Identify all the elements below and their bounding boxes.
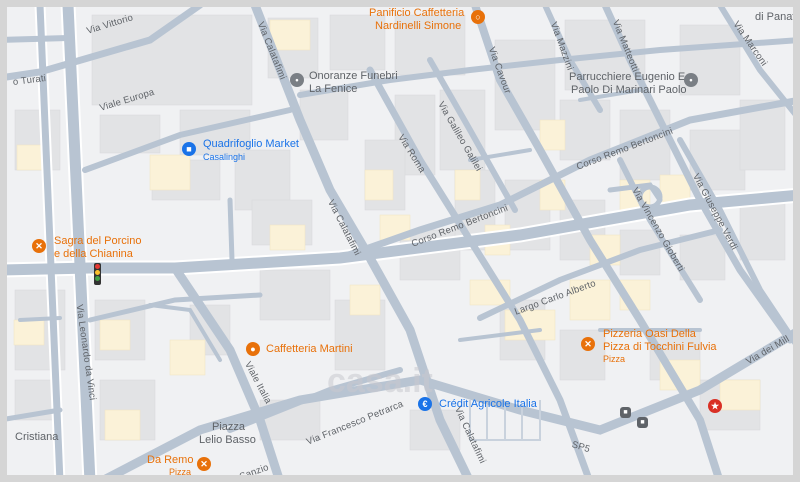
poi-pizzeria-name: Pizzeria Oasi Della: [603, 328, 696, 340]
google-logo: Google: [381, 473, 430, 482]
place-label-lelio-basso: Lelio Basso: [199, 434, 256, 446]
bread-icon: ○: [471, 10, 485, 24]
poi-quadrifoglio-name: Quadrifoglio Market: [203, 138, 299, 150]
poi-pizzeria-sub: Pizza: [603, 354, 626, 364]
pin-icon: •: [290, 73, 304, 87]
bus-stop-icon[interactable]: ■: [637, 417, 648, 428]
poi-parrucchiere-name: Parrucchiere Eugenio E: [569, 71, 686, 83]
poi-quadrifoglio-sub: Casalinghi: [203, 152, 246, 162]
watermark: casa.it: [327, 362, 433, 400]
place-label-piazza: Piazza: [212, 421, 246, 433]
traffic-light-icon: [94, 263, 101, 285]
restaurant-icon: ✕: [581, 337, 595, 351]
poi-sagra-name2: e della Chianina: [54, 248, 133, 260]
poi-da-remo-sub: Pizza: [169, 467, 192, 477]
bank-icon: €: [418, 397, 432, 411]
bus-stop-icon[interactable]: ■: [620, 407, 631, 418]
poi-sagra-name: Sagra del Porcino: [54, 235, 142, 247]
poi-parrucchiere-name2: Paolo Di Marinari Paolo: [571, 84, 687, 96]
map-frame: casa.it Via Vittorio o Turati Viale Euro…: [0, 0, 800, 482]
poi-panificio-name: Panificio Caffetteria: [369, 7, 465, 19]
poi-pizzeria-name2: Pizza di Tocchini Fulvia: [603, 341, 717, 353]
restaurant-icon: ✕: [32, 239, 46, 253]
shopping-bag-icon: ■: [182, 142, 196, 156]
place-label-di-panatt: di Panatt: [755, 11, 799, 23]
poi-da-remo-name: Da Remo: [147, 454, 194, 466]
poi-onoranze-name: Onoranze Funebri: [309, 70, 398, 82]
coffee-icon: ●: [246, 342, 260, 356]
restaurant-icon: ✕: [197, 457, 211, 471]
place-label-cristiana: Cristiana: [15, 431, 59, 443]
landmark-icon[interactable]: ★: [708, 399, 722, 413]
poi-panificio-name2: Nardinelli Simone: [375, 20, 462, 32]
poi-onoranze-name2: La Fenice: [309, 83, 358, 95]
poi-caffetteria-martini-name: Caffetteria Martini: [266, 343, 353, 355]
poi-credit-agricole-name: Crédit Agricole Italia: [439, 398, 537, 410]
